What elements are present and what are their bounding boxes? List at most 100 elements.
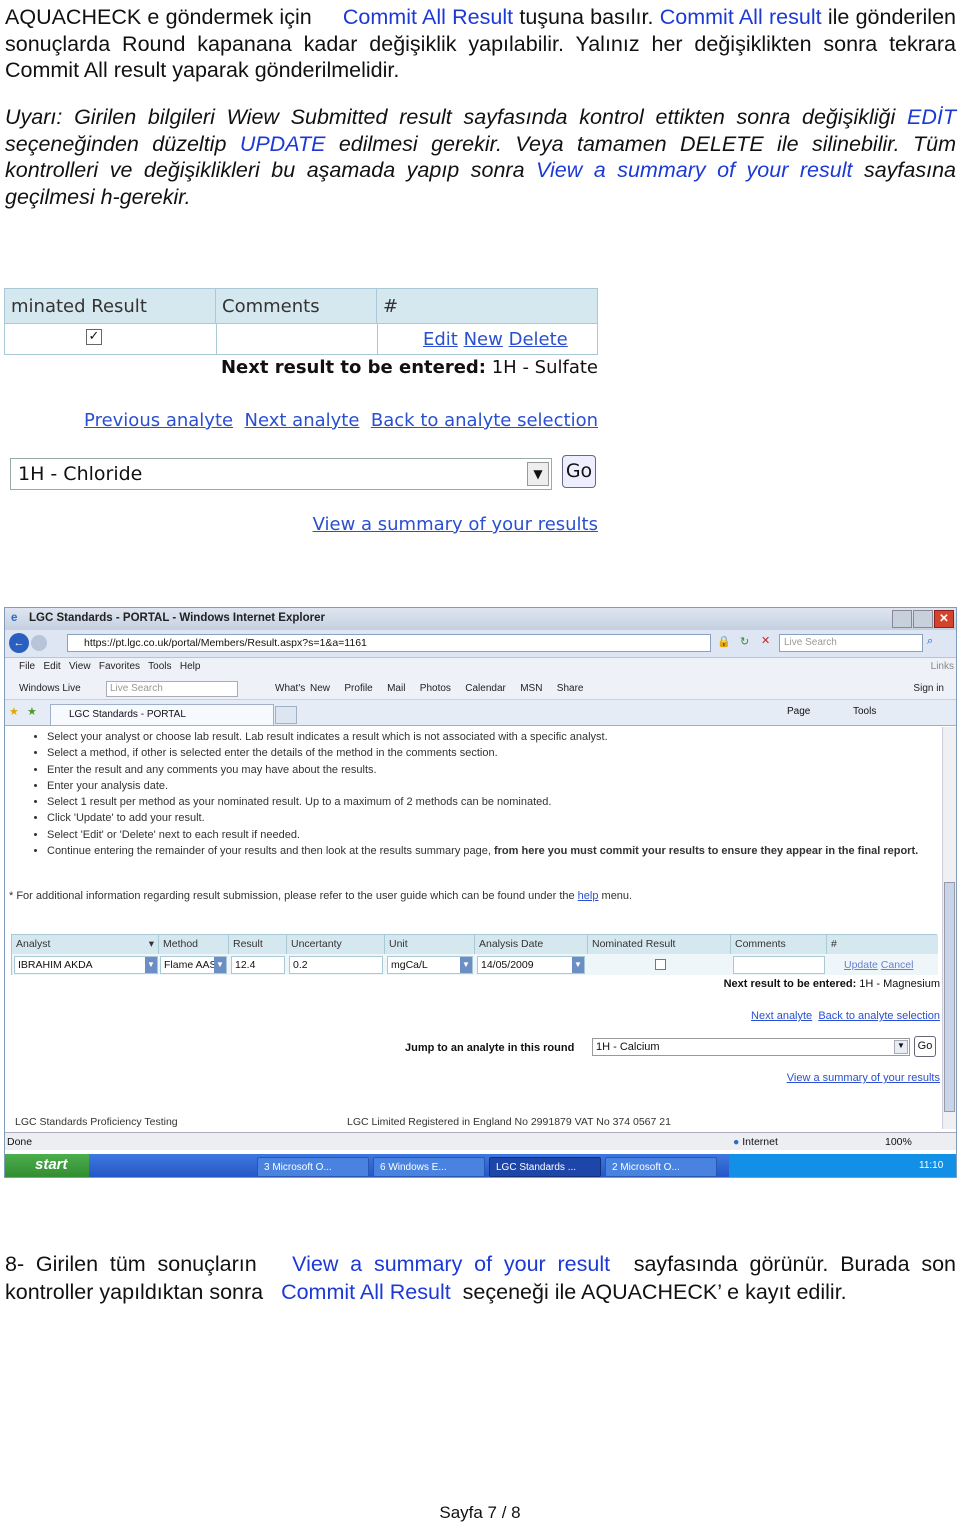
- commit-all-ref: Commit All: [659, 5, 763, 29]
- comments-input[interactable]: [733, 956, 825, 974]
- analyte-select[interactable]: 1H - Chloride ▼: [10, 458, 552, 490]
- delete-link[interactable]: Delete: [509, 329, 568, 350]
- favorites-star-icon[interactable]: ★: [9, 705, 19, 718]
- tab-lgc-portal[interactable]: LGC Standards - PORTAL: [50, 704, 274, 726]
- divider: [216, 323, 217, 354]
- forward-icon[interactable]: [31, 635, 47, 651]
- menu-file[interactable]: File: [19, 661, 35, 672]
- links-label[interactable]: Links: [931, 661, 954, 672]
- start-button[interactable]: start: [5, 1154, 89, 1177]
- wl-profile[interactable]: Profile: [344, 683, 372, 694]
- back-to-selection-link[interactable]: Back to analyte selection: [818, 1010, 940, 1022]
- text: tuşuna basılır.: [519, 5, 654, 29]
- maximize-icon[interactable]: [913, 610, 933, 628]
- menu-help[interactable]: Help: [180, 661, 201, 672]
- cancel-link[interactable]: Cancel: [881, 959, 914, 971]
- commit-all-result-ref: Commit All Result: [281, 1280, 451, 1304]
- lock-icon: 🔒: [717, 636, 731, 648]
- row-actions: Edit New Delete: [423, 329, 568, 350]
- menu-favorites[interactable]: Favorites: [99, 661, 140, 672]
- minimize-icon[interactable]: [892, 610, 912, 628]
- view-summary-link[interactable]: View a summary of your results: [787, 1072, 940, 1084]
- back-to-selection-link[interactable]: Back to analyte selection: [371, 410, 598, 431]
- previous-analyte-link[interactable]: Previous analyte: [84, 410, 233, 431]
- stop-icon[interactable]: ✕: [761, 634, 770, 647]
- date-select[interactable]: 14/05/2009 ▼: [477, 956, 585, 974]
- col-analysis-date: Analysis Date: [475, 935, 588, 954]
- task-microsoft-office[interactable]: 3 Microsoft O...: [257, 1157, 369, 1177]
- edit-link[interactable]: Edit: [423, 329, 458, 350]
- instruction: Enter the result and any comments you ma…: [47, 762, 933, 778]
- scrollbar-thumb[interactable]: [944, 882, 955, 1112]
- result-input[interactable]: 12.4: [231, 956, 285, 974]
- text: Analyst: [16, 938, 51, 950]
- vertical-scrollbar[interactable]: [942, 727, 956, 1129]
- footer-registration: LGC Limited Registered in England No 299…: [347, 1116, 671, 1128]
- zoom-level[interactable]: 100%: [885, 1136, 912, 1148]
- text: menu.: [601, 890, 633, 902]
- new-link[interactable]: New: [464, 329, 503, 350]
- windows-live-label[interactable]: Windows Live: [19, 683, 81, 694]
- text: Flame AAS: [164, 959, 217, 971]
- wl-msn[interactable]: MSN: [520, 683, 542, 694]
- go-button[interactable]: Go: [914, 1036, 936, 1057]
- uncertainty-input[interactable]: 0.2: [289, 956, 383, 974]
- text: 1H - Calcium: [596, 1041, 660, 1053]
- wl-calendar[interactable]: Calendar: [465, 683, 506, 694]
- instruction: Select your analyst or choose lab result…: [47, 729, 933, 745]
- url-field[interactable]: https://pt.lgc.co.uk/portal/Members/Resu…: [67, 634, 711, 652]
- live-search-input[interactable]: Live Search: [779, 634, 923, 652]
- text: seçeneği ile AQUACHECK’ e kayıt edilir.: [462, 1280, 847, 1304]
- text: AQUACHECK e göndermek için: [5, 5, 312, 29]
- nominated-checkbox[interactable]: [655, 959, 666, 970]
- menu-view[interactable]: View: [69, 661, 91, 672]
- next-value: 1H - Sulfate: [491, 357, 598, 378]
- update-link[interactable]: Update: [844, 959, 878, 971]
- chevron-down-icon: ▼: [572, 957, 584, 973]
- tools-menu[interactable]: Tools: [853, 706, 876, 717]
- back-icon[interactable]: ←: [9, 633, 29, 653]
- search-icon[interactable]: ⌕: [927, 635, 933, 648]
- screenshot-results-table-crop: minated Result Comments # ✓ Edit New Del…: [4, 288, 598, 540]
- wl-mail[interactable]: Mail: [387, 683, 405, 694]
- nav-links: Previous analyte Next analyte Back to an…: [84, 410, 598, 431]
- page-menu[interactable]: Page: [787, 706, 810, 717]
- task-microsoft-office-2[interactable]: 2 Microsoft O...: [605, 1157, 717, 1177]
- add-favorite-icon[interactable]: ★: [27, 705, 37, 718]
- footer-left: LGC Standards Proficiency Testing: [15, 1116, 178, 1128]
- url-text: https://pt.lgc.co.uk/portal/Members/Resu…: [84, 637, 367, 649]
- page-number: Sayfa 7 / 8: [439, 1503, 521, 1522]
- nominated-checkbox[interactable]: ✓: [86, 329, 102, 345]
- address-bar-row: ← https://pt.lgc.co.uk/portal/Members/Re…: [5, 630, 956, 658]
- chevron-down-icon[interactable]: ▼: [527, 462, 549, 486]
- method-select[interactable]: Flame AAS ▼: [160, 956, 227, 974]
- divider: [377, 323, 378, 354]
- go-button[interactable]: Go: [562, 455, 596, 488]
- close-icon[interactable]: ✕: [934, 610, 954, 628]
- menu-edit[interactable]: Edit: [43, 661, 60, 672]
- task-lgc-standards[interactable]: LGC Standards ...: [489, 1157, 601, 1177]
- help-link[interactable]: help: [578, 890, 599, 902]
- refresh-icon[interactable]: ↻: [740, 635, 749, 648]
- jump-select[interactable]: 1H - Calcium ▼: [592, 1038, 910, 1056]
- menu-bar: File Edit View Favorites Tools Help Link…: [5, 658, 956, 678]
- sign-in-button[interactable]: Sign in: [913, 683, 944, 694]
- analyst-select[interactable]: IBRAHIM AKDA ▼: [14, 956, 158, 974]
- wl-photos[interactable]: Photos: [420, 683, 451, 694]
- globe-icon: ●: [733, 1136, 740, 1148]
- text: 14/05/2009: [481, 959, 534, 971]
- col-method: Method: [159, 935, 229, 954]
- task-windows-explorer[interactable]: 6 Windows E...: [373, 1157, 485, 1177]
- text: 1H - Magnesium: [859, 978, 940, 990]
- wl-search-input[interactable]: Live Search: [106, 681, 238, 697]
- unit-select[interactable]: mgCa/L ▼: [387, 956, 473, 974]
- text: Next result to be entered:: [723, 978, 857, 990]
- wl-share[interactable]: Share: [557, 683, 584, 694]
- next-analyte-link[interactable]: Next analyte: [751, 1010, 812, 1022]
- new-tab-button[interactable]: [275, 706, 297, 724]
- menu-tools[interactable]: Tools: [148, 661, 171, 672]
- wl-whats-new[interactable]: What's New: [275, 683, 330, 694]
- instruction: Select a method, if other is selected en…: [47, 745, 933, 761]
- view-summary-link[interactable]: View a summary of your results: [313, 514, 598, 535]
- next-analyte-link[interactable]: Next analyte: [245, 410, 360, 431]
